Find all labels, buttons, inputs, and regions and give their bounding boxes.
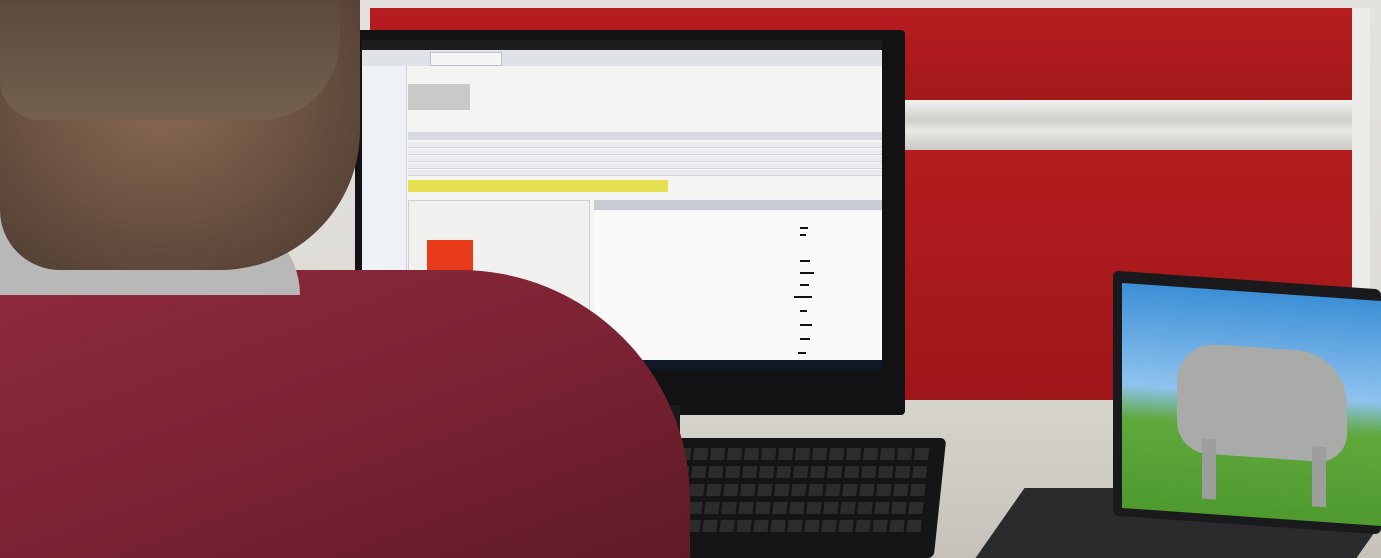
- app-titlebar: [362, 40, 882, 50]
- cow-leg: [1312, 446, 1326, 508]
- list-bar: [800, 338, 810, 340]
- list-bar: [800, 260, 810, 262]
- list-bar: [800, 234, 806, 236]
- table-header: [408, 132, 882, 140]
- table-row: [408, 170, 882, 176]
- laptop-screen: [1122, 282, 1381, 527]
- partition-frame: [1352, 8, 1370, 308]
- table-row: [408, 142, 882, 148]
- info-block: [408, 84, 470, 110]
- list-bar: [800, 227, 808, 229]
- table-row: [408, 156, 882, 162]
- list-bar: [798, 352, 806, 354]
- highlighted-row: [408, 180, 668, 192]
- list-bar: [800, 324, 812, 326]
- browser-tab: [430, 52, 502, 66]
- person-hair: [0, 0, 340, 120]
- list-bar: [800, 284, 809, 286]
- cow-leg: [1202, 438, 1216, 500]
- list-bar: [794, 296, 812, 298]
- person-hoodie: [0, 270, 690, 558]
- list-bar: [800, 272, 814, 274]
- data-list: [594, 212, 882, 367]
- table-row: [408, 163, 882, 169]
- table-row: [408, 149, 882, 155]
- partition-rail: [900, 100, 1355, 150]
- list-header: [594, 200, 882, 210]
- list-bar: [800, 310, 807, 312]
